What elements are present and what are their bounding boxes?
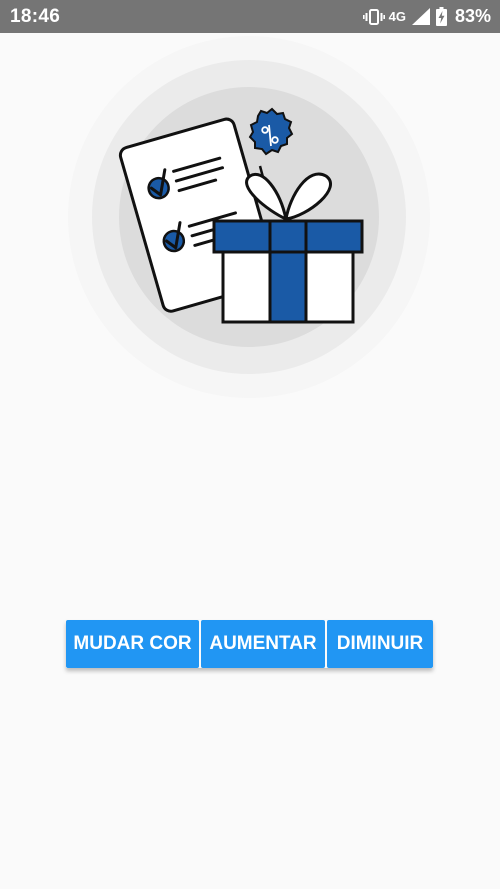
action-button-group: MUDAR COR AUMENTAR DIMINUIR bbox=[66, 620, 433, 668]
increase-button[interactable]: AUMENTAR bbox=[201, 620, 325, 668]
status-time: 18:46 bbox=[10, 5, 61, 27]
network-type: 4G bbox=[388, 9, 406, 24]
change-color-button[interactable]: MUDAR COR bbox=[66, 620, 199, 668]
decrease-button[interactable]: DIMINUIR bbox=[327, 620, 433, 668]
vibrate-icon bbox=[362, 8, 385, 25]
signal-icon bbox=[411, 8, 430, 25]
battery-charging-icon bbox=[435, 7, 447, 26]
app-screen: 18:46 4G 83% MUDAR COR AUMENTAR DIMINUIR bbox=[0, 0, 500, 889]
gift-illustration bbox=[68, 36, 430, 398]
status-bar: 18:46 4G 83% bbox=[0, 0, 500, 33]
battery-percent: 83% bbox=[454, 6, 491, 26]
status-icons: 4G 83% bbox=[362, 6, 491, 27]
